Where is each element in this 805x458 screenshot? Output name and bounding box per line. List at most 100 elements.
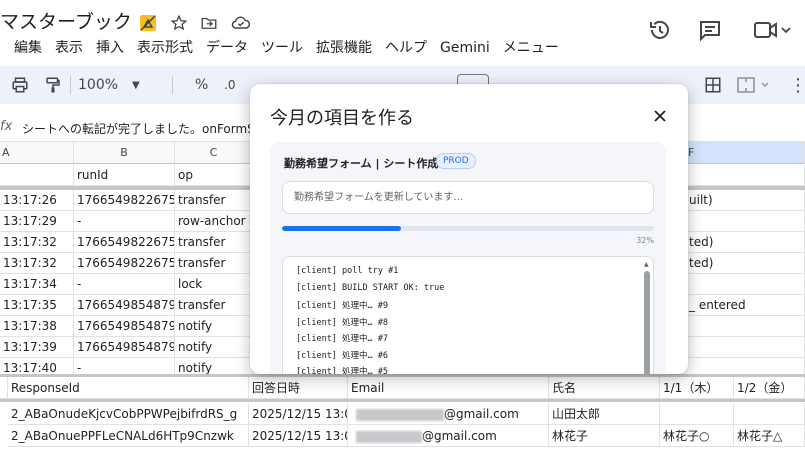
menu-format[interactable]: 表示形式 (137, 39, 193, 57)
column-header-f[interactable]: F (686, 142, 805, 164)
history-icon[interactable] (647, 17, 673, 43)
jan-1-cell[interactable] (660, 403, 734, 425)
column-f-cell[interactable] (686, 211, 805, 232)
slash-folder-icon[interactable] (137, 12, 159, 34)
more-icon[interactable]: ⋮ (789, 66, 805, 104)
op-cell[interactable]: transfer (175, 253, 253, 274)
video-call-icon[interactable] (752, 17, 792, 43)
name-cell[interactable]: 山田太郎 (549, 403, 660, 425)
header-cell-op[interactable]: op (175, 165, 253, 186)
star-icon[interactable] (168, 12, 190, 34)
column-header-c[interactable]: C (175, 142, 253, 164)
time-cell[interactable]: 13:17:32 (0, 232, 74, 253)
run-id-cell[interactable]: - (74, 211, 175, 232)
answer-date-cell[interactable]: 2025/12/15 13:0 (249, 403, 348, 425)
name-cell[interactable]: 林花子 (549, 425, 660, 447)
header-answer-date[interactable]: 回答日時 (249, 377, 348, 399)
run-id-cell[interactable]: 1766549822675 (74, 253, 175, 274)
merge-cells-icon[interactable] (736, 66, 770, 104)
header-cell-run-id[interactable]: runId (74, 165, 175, 186)
run-id-cell[interactable]: 1766549854879 (74, 337, 175, 358)
dialog-title: 今月の項目を作る (270, 108, 414, 129)
close-icon[interactable] (650, 106, 670, 126)
answer-date-cell[interactable]: 2025/12/15 13:0 (249, 425, 348, 447)
run-id-cell[interactable]: 1766549854879 (74, 316, 175, 337)
email-cell[interactable]: @gmail.com (348, 425, 549, 447)
build-status-card: 勤務希望フォーム | シート作成 PROD 勤務希望フォームを更新しています… … (270, 142, 666, 374)
menu-view[interactable]: 表示 (55, 39, 83, 57)
op-cell[interactable]: transfer (175, 232, 253, 253)
run-id-cell[interactable]: 1766549822675 (74, 232, 175, 253)
document-title[interactable]: マスターブック (0, 10, 132, 34)
column-f-cell[interactable]: ted) (686, 232, 805, 253)
bottom-header-row-index[interactable] (0, 377, 8, 399)
menu-custom[interactable]: メニュー (503, 39, 559, 57)
time-cell[interactable]: 13:17:35 (0, 295, 74, 316)
jan-1-cell[interactable]: 林花子○ (660, 425, 734, 447)
menu-data[interactable]: データ (206, 39, 248, 57)
op-cell[interactable]: transfer (175, 190, 253, 211)
header-email[interactable]: Email (348, 377, 549, 399)
run-id-cell[interactable]: - (74, 274, 175, 295)
log-line: [client] poll try #1 (296, 266, 399, 276)
log-line: [client] 処理中… #5 (296, 367, 389, 374)
response-id-cell[interactable]: 2_ABaOnudeKjcvCobPPWPejbifrdRS_g (8, 403, 249, 425)
scroll-up-icon[interactable]: ▲ (644, 261, 649, 268)
column-f-cell[interactable] (686, 274, 805, 295)
move-to-folder-icon[interactable] (198, 12, 220, 34)
op-cell[interactable]: notify (175, 337, 253, 358)
percent-format-button[interactable]: % (195, 66, 208, 104)
zoom-value: 100% (78, 77, 119, 93)
column-f-cell[interactable]: _ entered (686, 295, 805, 316)
header-jan-1[interactable]: 1/1（木） (660, 377, 734, 399)
menu-gemini[interactable]: Gemini (440, 39, 490, 57)
time-cell[interactable]: 13:17:29 (0, 211, 74, 232)
zoom-select[interactable]: 100% ▼ (78, 66, 140, 104)
cloud-saved-icon[interactable] (230, 12, 252, 34)
menu-insert[interactable]: 挿入 (96, 39, 124, 57)
header-cell-a[interactable] (0, 165, 74, 186)
column-f-cell[interactable] (686, 337, 805, 358)
log-scrollbar[interactable]: ▲ (643, 261, 651, 374)
header-cell-f[interactable] (686, 165, 805, 186)
time-cell[interactable]: 13:17:39 (0, 337, 74, 358)
formula-input[interactable]: シートへの転記が完了しました。onFormS (22, 120, 255, 137)
header-jan-2[interactable]: 1/2（金） (734, 377, 805, 399)
op-cell[interactable]: lock (175, 274, 253, 295)
run-id-cell[interactable]: 1766549854879 (74, 295, 175, 316)
menu-extensions[interactable]: 拡張機能 (316, 39, 372, 57)
menu-edit[interactable]: 編集 (14, 39, 42, 57)
run-id-cell[interactable]: 1766549822675 (74, 190, 175, 211)
progress-bar-fill (282, 226, 402, 231)
log-output[interactable]: [client] poll try #1 [client] BUILD START… (282, 256, 654, 374)
email-domain: @gmail.com (422, 429, 497, 443)
menu-tools[interactable]: ツール (261, 39, 303, 57)
column-f-cell[interactable] (686, 316, 805, 337)
response-id-cell[interactable]: 2_ABaOnuePPFLeCNALd6HTp9Cnzwk (8, 425, 249, 447)
column-f-cell[interactable]: uilt) (686, 190, 805, 211)
borders-icon[interactable] (704, 66, 722, 104)
op-cell[interactable]: row-anchor (175, 211, 253, 232)
comment-icon[interactable] (697, 17, 723, 43)
paint-format-icon[interactable] (44, 66, 62, 104)
email-cell[interactable]: @gmail.com (348, 403, 549, 425)
header-name[interactable]: 氏名 (549, 377, 660, 399)
jan-2-cell[interactable]: 林花子△ (734, 425, 805, 447)
time-cell[interactable]: 13:17:38 (0, 316, 74, 337)
column-f-cell[interactable]: ted) (686, 253, 805, 274)
header-response-id[interactable]: ResponseId (8, 377, 249, 399)
time-cell[interactable]: 13:17:26 (0, 190, 74, 211)
print-icon[interactable] (11, 66, 29, 104)
time-cell[interactable]: 13:17:34 (0, 274, 74, 295)
jan-2-cell[interactable] (734, 403, 805, 425)
column-header-a[interactable]: A (0, 142, 74, 164)
op-cell[interactable]: transfer (175, 295, 253, 316)
op-cell[interactable]: notify (175, 316, 253, 337)
log-scrollbar-thumb[interactable] (644, 271, 650, 374)
menu-help[interactable]: ヘルプ (385, 39, 427, 57)
column-header-b[interactable]: B (74, 142, 175, 164)
time-cell[interactable]: 13:17:32 (0, 253, 74, 274)
progress-bar (282, 226, 654, 231)
chevron-down-icon: ▼ (132, 79, 140, 91)
decrease-decimal-button[interactable]: .0 (224, 66, 235, 104)
